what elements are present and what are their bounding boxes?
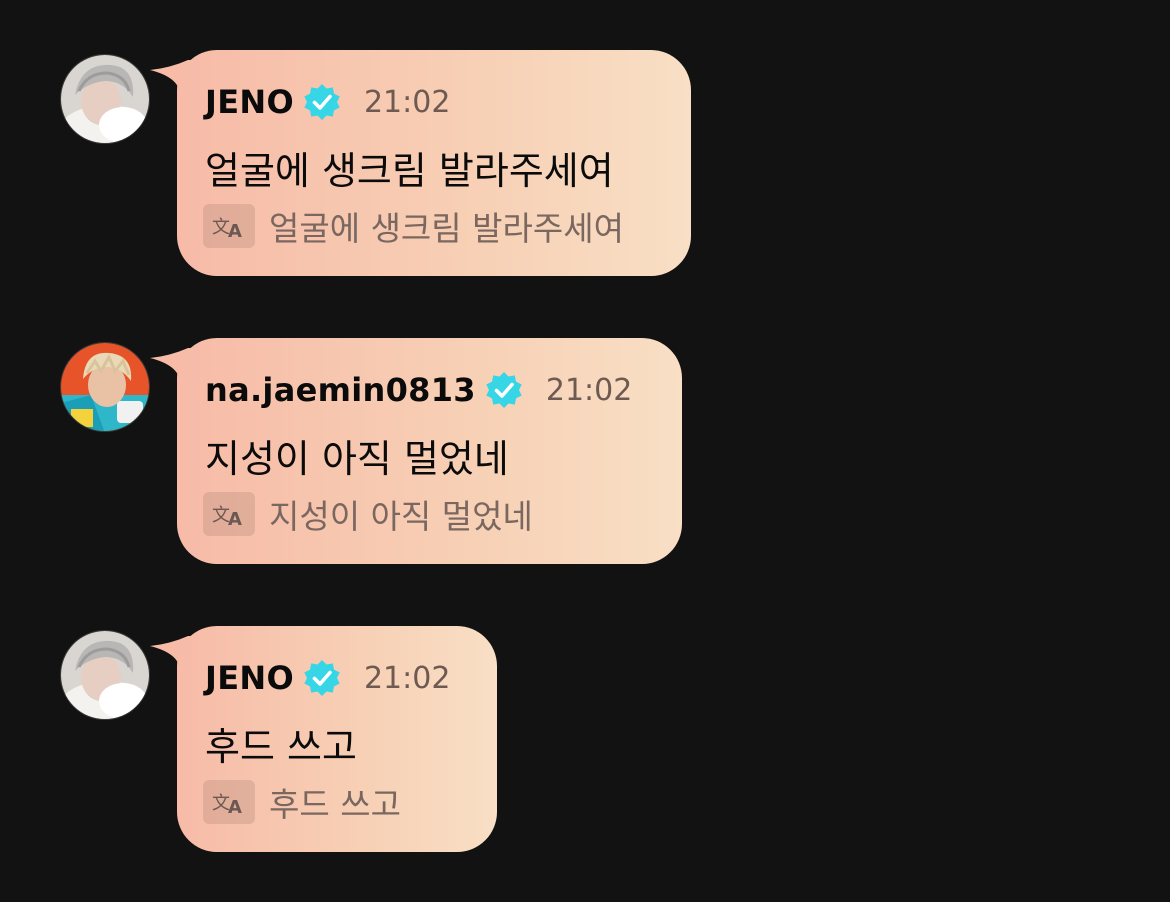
avatar[interactable] bbox=[60, 54, 150, 144]
avatar-jaemin-image bbox=[61, 343, 149, 431]
avatar-jeno-image bbox=[61, 55, 149, 143]
translation-row[interactable]: 文 A 얼굴에 생크림 발라주세여 bbox=[203, 202, 624, 250]
verified-badge-icon bbox=[304, 660, 340, 696]
message-text: 후드 쓰고 bbox=[205, 725, 357, 769]
svg-text:A: A bbox=[228, 221, 242, 240]
message-time: 21:02 bbox=[363, 660, 451, 696]
author-name[interactable]: JENO bbox=[205, 659, 294, 697]
translation-row[interactable]: 文 A 지성이 아직 멀었네 bbox=[203, 490, 533, 538]
svg-text:A: A bbox=[228, 797, 242, 816]
message-time: 21:02 bbox=[363, 84, 451, 120]
avatar-jeno-image bbox=[61, 631, 149, 719]
message-time: 21:02 bbox=[545, 372, 633, 408]
translated-text: 얼굴에 생크림 발라주세여 bbox=[269, 209, 624, 248]
message-bubble[interactable]: JENO 21:02 후드 쓰고 文 A 후드 쓰고 bbox=[177, 626, 497, 852]
svg-text:A: A bbox=[228, 509, 242, 528]
avatar[interactable] bbox=[60, 342, 150, 432]
message-header: JENO 21:02 bbox=[205, 658, 450, 698]
avatar[interactable] bbox=[60, 630, 150, 720]
message-header: JENO 21:02 bbox=[205, 82, 450, 122]
translate-icon[interactable]: 文 A bbox=[203, 780, 255, 824]
message-header: na.jaemin0813 21:02 bbox=[205, 370, 632, 410]
message-text: 지성이 아직 멀었네 bbox=[205, 437, 509, 481]
translated-text: 지성이 아직 멀었네 bbox=[269, 497, 533, 536]
translation-row[interactable]: 文 A 후드 쓰고 bbox=[203, 778, 401, 826]
message-bubble[interactable]: na.jaemin0813 21:02 지성이 아직 멀었네 文 A 지성이 아… bbox=[177, 338, 682, 564]
verified-badge-icon bbox=[304, 84, 340, 120]
author-name[interactable]: JENO bbox=[205, 83, 294, 121]
verified-badge-icon bbox=[486, 372, 522, 408]
translate-icon[interactable]: 文 A bbox=[203, 204, 255, 248]
message-bubble[interactable]: JENO 21:02 얼굴에 생크림 발라주세여 文 A 얼굴에 생크림 발라주… bbox=[177, 50, 691, 276]
translate-icon[interactable]: 文 A bbox=[203, 492, 255, 536]
translated-text: 후드 쓰고 bbox=[269, 785, 401, 824]
author-name[interactable]: na.jaemin0813 bbox=[205, 371, 476, 409]
message-text: 얼굴에 생크림 발라주세여 bbox=[205, 149, 614, 193]
